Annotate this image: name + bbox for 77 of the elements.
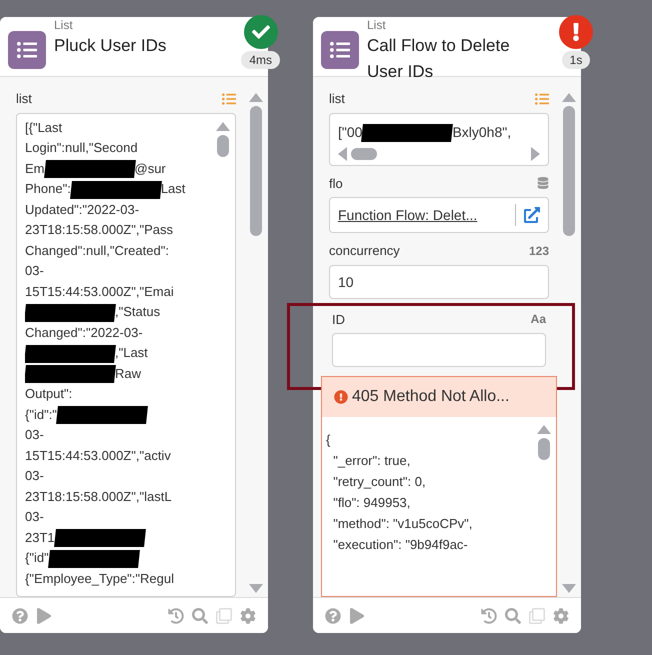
text-area[interactable]: ["00 Bxly0h8", bbox=[329, 112, 549, 166]
text-fragment: {"id":" bbox=[25, 406, 57, 422]
scrollbar-thumb[interactable] bbox=[563, 106, 575, 236]
text-input[interactable]: 10 bbox=[329, 264, 549, 298]
text-fragment: {"Employee_Type":"Regul bbox=[25, 570, 174, 586]
text-fragment: Raw bbox=[115, 366, 142, 380]
text-fragment: 03- bbox=[25, 427, 44, 442]
copy-icon[interactable] bbox=[216, 608, 232, 624]
settings-icon[interactable] bbox=[553, 608, 569, 624]
field-label: ID bbox=[332, 310, 345, 328]
play-icon[interactable] bbox=[36, 608, 52, 624]
node-category: List bbox=[54, 17, 74, 33]
code-line: "method": "v1u5coCPv", bbox=[332, 515, 472, 533]
field-label: list bbox=[16, 90, 32, 108]
copy-icon[interactable] bbox=[529, 608, 545, 624]
node-title: Call Flow to Delete User IDs bbox=[367, 35, 511, 83]
field-label: flo bbox=[329, 174, 343, 192]
text-fragment: Last bbox=[160, 181, 186, 196]
error-title: 405 Method Not Allo... bbox=[352, 387, 510, 407]
type-hint: 123 bbox=[528, 242, 549, 260]
help-icon[interactable] bbox=[325, 608, 341, 624]
text-fragment: ,"Last bbox=[115, 345, 148, 360]
text-fragment: 03- bbox=[25, 509, 44, 524]
scrollbar-thumb[interactable] bbox=[217, 134, 229, 156]
list-icon bbox=[535, 92, 549, 106]
text-fragment: ["00 bbox=[338, 124, 362, 140]
field-label: list bbox=[329, 90, 345, 108]
code-line: "flo": 949953, bbox=[332, 494, 410, 512]
text-fragment: 23T18:15:58.000Z","lastL bbox=[25, 488, 172, 504]
text-fragment: Output": bbox=[25, 386, 72, 401]
list-node-icon bbox=[321, 31, 359, 69]
scroll-right-icon[interactable] bbox=[531, 146, 540, 160]
external-link-icon[interactable] bbox=[524, 207, 540, 223]
text-input[interactable] bbox=[332, 333, 546, 367]
text-fragment: ,"Status bbox=[115, 304, 160, 319]
error-icon bbox=[334, 390, 348, 404]
text-fragment: Changed":null,"Created": bbox=[25, 242, 169, 258]
duration-badge: 4ms bbox=[241, 51, 280, 69]
code-line: "_error": true, bbox=[332, 452, 410, 470]
list-icon bbox=[222, 92, 236, 106]
text-fragment: Changed":"2022-03- bbox=[25, 324, 143, 340]
code-line: { bbox=[326, 431, 330, 449]
help-icon[interactable] bbox=[12, 608, 28, 624]
text-fragment: Em bbox=[25, 160, 44, 176]
history-icon[interactable] bbox=[481, 608, 497, 624]
duration-badge: 1s bbox=[562, 51, 590, 69]
scrollbar-thumb[interactable] bbox=[250, 106, 262, 236]
scrollbar-thumb[interactable] bbox=[351, 148, 377, 160]
search-icon[interactable] bbox=[192, 608, 208, 624]
field-label: concurrency bbox=[329, 242, 400, 260]
text-fragment: @sur bbox=[134, 160, 166, 176]
text-fragment: Phone": bbox=[25, 181, 71, 196]
text-fragment: Updated":"2022-03- bbox=[25, 202, 140, 216]
text-fragment: 03- bbox=[25, 263, 44, 278]
text-fragment: Bxly0h8", bbox=[452, 124, 512, 140]
search-icon[interactable] bbox=[505, 608, 521, 624]
type-hint: Aa bbox=[530, 311, 546, 328]
check-icon bbox=[252, 23, 270, 41]
text-fragment: 15T15:44:53.000Z","Emai bbox=[25, 284, 174, 298]
text-fragment: 23T18:15:58.000Z","Pass bbox=[25, 222, 173, 237]
text-fragment: 23T1 bbox=[25, 530, 55, 544]
text-fragment: [{"Last bbox=[25, 120, 62, 134]
database-icon bbox=[537, 177, 549, 190]
node-title: Pluck User IDs bbox=[54, 35, 166, 57]
text-area[interactable] bbox=[16, 112, 236, 597]
settings-icon[interactable] bbox=[240, 608, 256, 624]
text-fragment: Login":null,"Second bbox=[25, 140, 138, 155]
code-line: "retry_count": 0, bbox=[332, 473, 426, 491]
code-line: "execution": "9b94f9ac- bbox=[332, 536, 468, 554]
scrollbar-thumb[interactable] bbox=[538, 438, 550, 460]
text-fragment: {"id" bbox=[25, 550, 49, 565]
play-icon[interactable] bbox=[349, 608, 365, 624]
history-icon[interactable] bbox=[168, 608, 184, 624]
text-fragment: 03- bbox=[25, 468, 44, 483]
node-category: List bbox=[367, 17, 387, 33]
text-fragment: 15T15:44:53.000Z","activ bbox=[25, 448, 171, 462]
list-node-icon bbox=[8, 31, 46, 69]
